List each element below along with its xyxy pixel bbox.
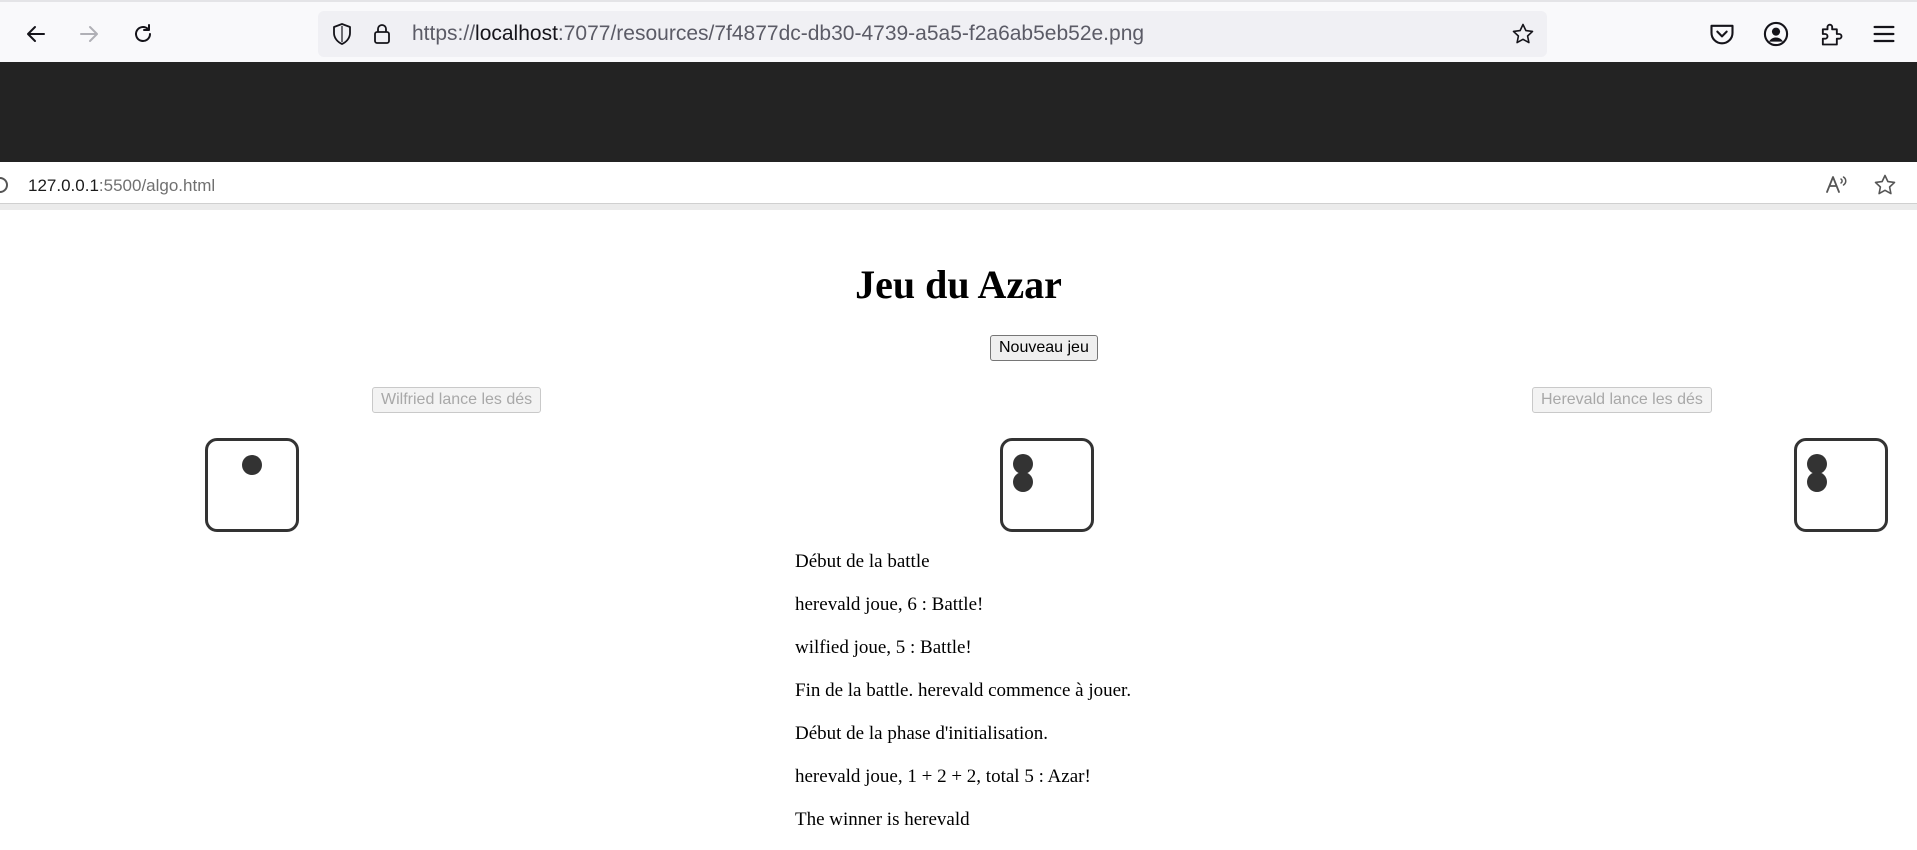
arrow-right-icon — [80, 26, 98, 42]
window-titlebar — [0, 62, 1917, 162]
log-line: herevald joue, 1 + 2 + 2, total 5 : Azar… — [795, 766, 1091, 787]
log-line: Début de la battle — [795, 551, 930, 572]
read-aloud-icon[interactable] — [1824, 173, 1848, 197]
log-line: Fin de la battle. herevald commence à jo… — [795, 680, 1132, 701]
site-info-icon[interactable] — [0, 177, 8, 193]
die-pip — [242, 455, 262, 475]
pocket-icon[interactable] — [1708, 20, 1736, 48]
lock-icon[interactable] — [370, 22, 394, 46]
back-button[interactable] — [18, 16, 54, 52]
address-bar[interactable]: https://localhost:7077/resources/7f4877d… — [318, 11, 1547, 57]
die-pip — [1807, 472, 1827, 492]
log-line: Début de la phase d'initialisation. — [795, 723, 1049, 744]
log-line: wilfied joue, 5 : Battle! — [795, 637, 972, 658]
die-pip — [1807, 454, 1827, 474]
shield-icon[interactable] — [330, 22, 354, 46]
new-game-button[interactable]: Nouveau jeu — [990, 335, 1098, 361]
log-line: The winner is herevald — [795, 809, 970, 830]
die-2 — [1000, 438, 1094, 532]
url-host: localhost — [475, 22, 558, 45]
url-path: :7077/resources/7f4877dc-db30-4739-a5a5-… — [557, 22, 1145, 45]
player2-roll-button[interactable]: Herevald lance les dés — [1532, 387, 1712, 413]
log-line: herevald joue, 6 : Battle! — [795, 594, 984, 615]
reload-icon — [135, 24, 151, 42]
url-prefix: https:// — [412, 22, 476, 45]
page-title: Jeu du Azar — [855, 262, 1062, 307]
die-1 — [205, 438, 299, 532]
browser-toolbar: https://localhost:7077/resources/7f4877d… — [0, 0, 1917, 62]
game-log: Début de la battle herevald joue, 6 : Ba… — [795, 550, 1131, 850]
reload-button[interactable] — [125, 16, 161, 52]
inner-url-host: 127.0.0.1 — [28, 176, 99, 195]
extensions-icon[interactable] — [1817, 20, 1845, 48]
inner-url-text[interactable]: 127.0.0.1:5500/algo.html — [28, 175, 215, 197]
menu-icon[interactable] — [1870, 20, 1898, 48]
die-pip — [1013, 454, 1033, 474]
forward-button[interactable] — [71, 16, 107, 52]
bookmark-star-icon[interactable] — [1511, 22, 1535, 46]
inner-url-path: :5500/algo.html — [98, 176, 216, 195]
player1-roll-button[interactable]: Wilfried lance les dés — [372, 387, 542, 413]
die-pip — [1013, 472, 1033, 492]
url-text[interactable]: https://localhost:7077/resources/7f4877d… — [412, 21, 1144, 47]
arrow-left-icon — [27, 26, 45, 42]
account-icon[interactable] — [1762, 20, 1790, 48]
die-3 — [1794, 438, 1888, 532]
favorite-star-icon[interactable] — [1873, 173, 1897, 197]
inner-address-bar[interactable]: 127.0.0.1:5500/algo.html — [0, 162, 1917, 210]
